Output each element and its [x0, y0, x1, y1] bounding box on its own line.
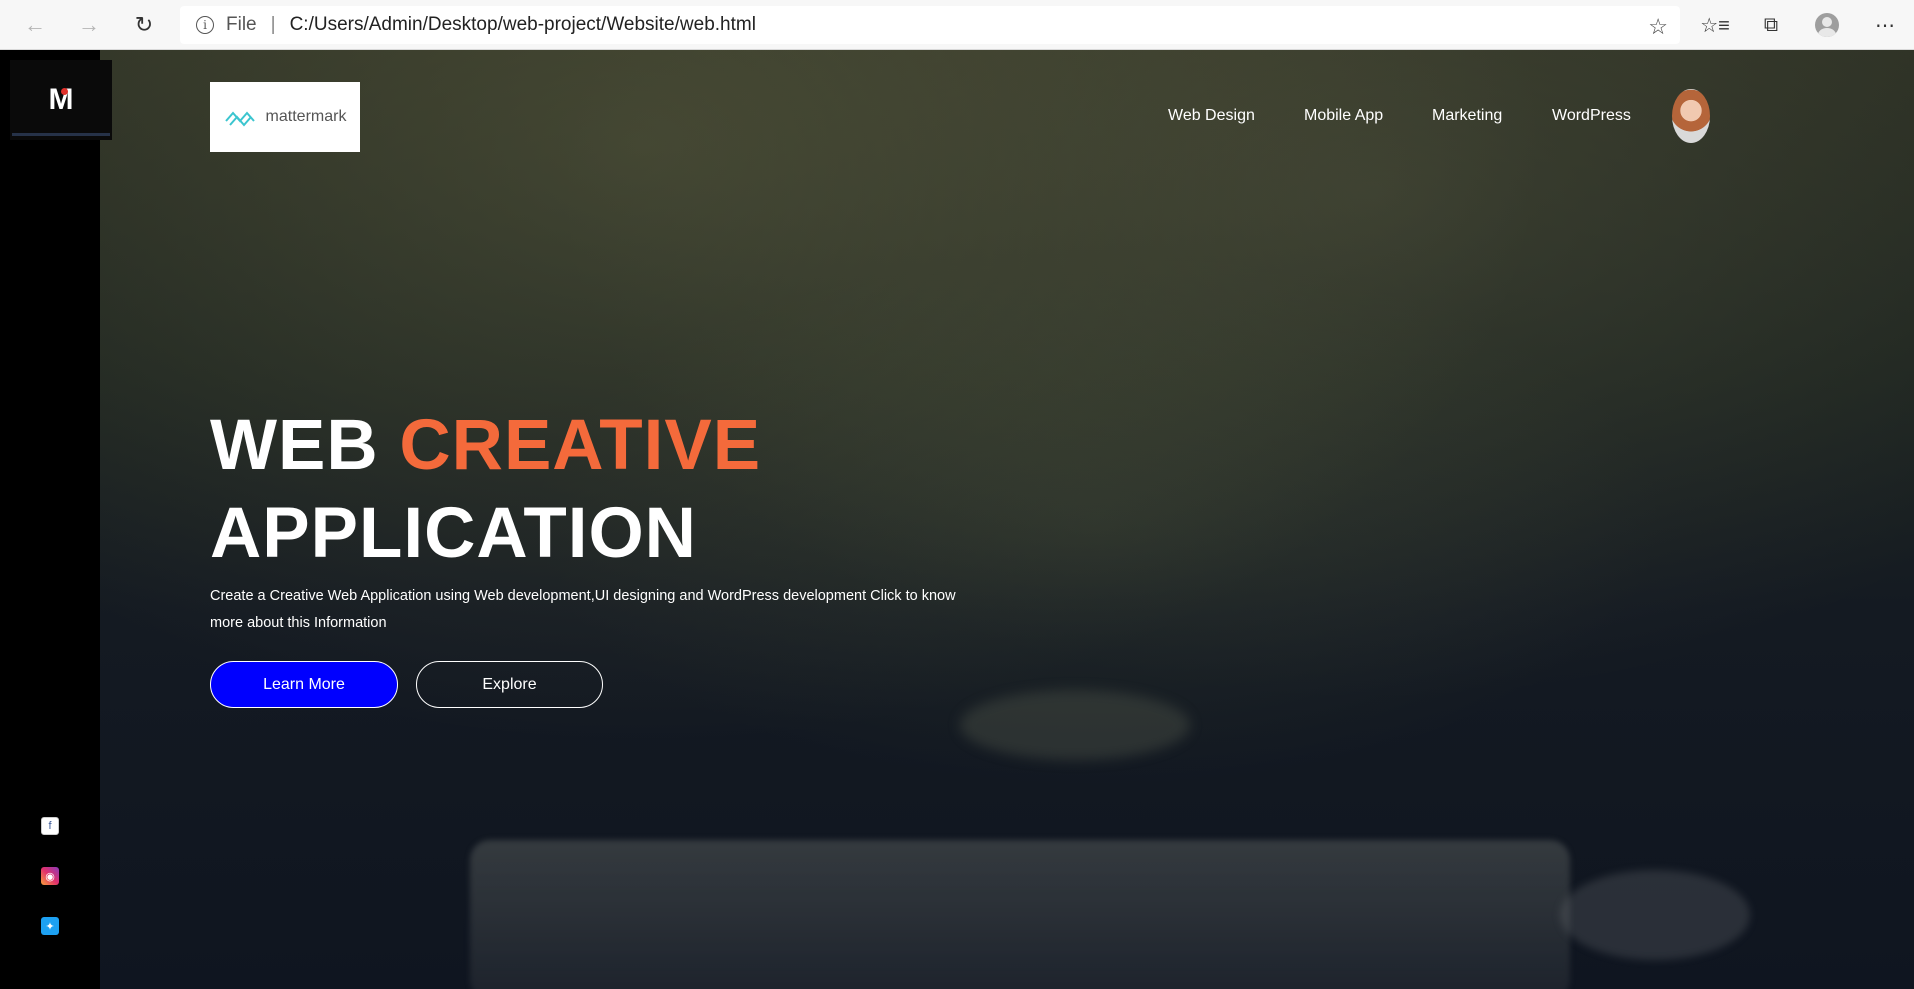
sidebar: M f ◉ ✦	[0, 50, 112, 989]
hero-description: Create a Creative Web Application using …	[210, 588, 956, 631]
nav-web-design[interactable]: Web Design	[1168, 107, 1255, 125]
menu-button[interactable]: ⋯	[1867, 8, 1903, 42]
user-avatar[interactable]	[1672, 89, 1710, 143]
arrow-right-icon: →	[78, 12, 100, 37]
refresh-button[interactable]: ↻	[126, 8, 162, 42]
background-keyboard	[470, 840, 1570, 989]
brand-logo[interactable]: mattermark	[210, 82, 360, 152]
twitter-icon[interactable]: ✦	[41, 917, 59, 935]
favorites-button[interactable]: ☆≡	[1697, 8, 1733, 42]
nav-wordpress[interactable]: WordPress	[1552, 107, 1631, 125]
background-mouse	[1560, 870, 1750, 960]
brand-name: mattermark	[265, 108, 347, 125]
url-separator: |	[270, 14, 276, 35]
learn-more-button[interactable]: Learn More	[210, 661, 398, 708]
forward-button[interactable]: →	[71, 8, 107, 42]
explore-button[interactable]: Explore	[416, 661, 603, 708]
facebook-icon[interactable]: f	[41, 817, 59, 835]
url-text[interactable]: C:/Users/Admin/Desktop/web-project/Websi…	[290, 14, 756, 36]
mattermark-logo-icon	[224, 111, 255, 127]
browser-toolbar: ← → ↻ i File | C:/Users/Admin/Desktop/we…	[0, 0, 1914, 50]
profile-button[interactable]	[1809, 8, 1845, 42]
refresh-icon: ↻	[134, 12, 154, 37]
instagram-icon[interactable]: ◉	[41, 867, 59, 885]
info-icon[interactable]: i	[196, 16, 214, 34]
arrow-left-icon: ←	[24, 12, 46, 37]
title-word-creative: CREATIVE	[399, 406, 762, 485]
title-word-web: WEB	[210, 406, 379, 485]
sidebar-logo[interactable]: M	[10, 60, 112, 140]
address-bar[interactable]: i File | C:/Users/Admin/Desktop/web-proj…	[180, 6, 1680, 44]
hero-title: WEB CREATIVE APPLICATION	[210, 402, 761, 578]
url-scheme: File	[226, 14, 257, 35]
nav-mobile-app[interactable]: Mobile App	[1304, 107, 1383, 125]
collections-button[interactable]: ⧉	[1753, 8, 1789, 42]
favorites-list-icon: ☆≡	[1700, 14, 1730, 37]
back-button[interactable]: ←	[17, 8, 53, 42]
logo-dot	[61, 88, 68, 95]
more-icon: ⋯	[1875, 14, 1895, 37]
sidebar-logo-bar	[12, 133, 110, 136]
web-page: M f ◉ ✦ mattermark Web Design Mobile App…	[0, 50, 1914, 989]
collections-icon: ⧉	[1763, 13, 1779, 36]
star-icon[interactable]: ☆	[1648, 14, 1668, 40]
title-word-application: APPLICATION	[210, 494, 697, 573]
profile-icon	[1815, 13, 1839, 37]
background-cup	[960, 690, 1190, 760]
nav-marketing[interactable]: Marketing	[1432, 107, 1502, 125]
